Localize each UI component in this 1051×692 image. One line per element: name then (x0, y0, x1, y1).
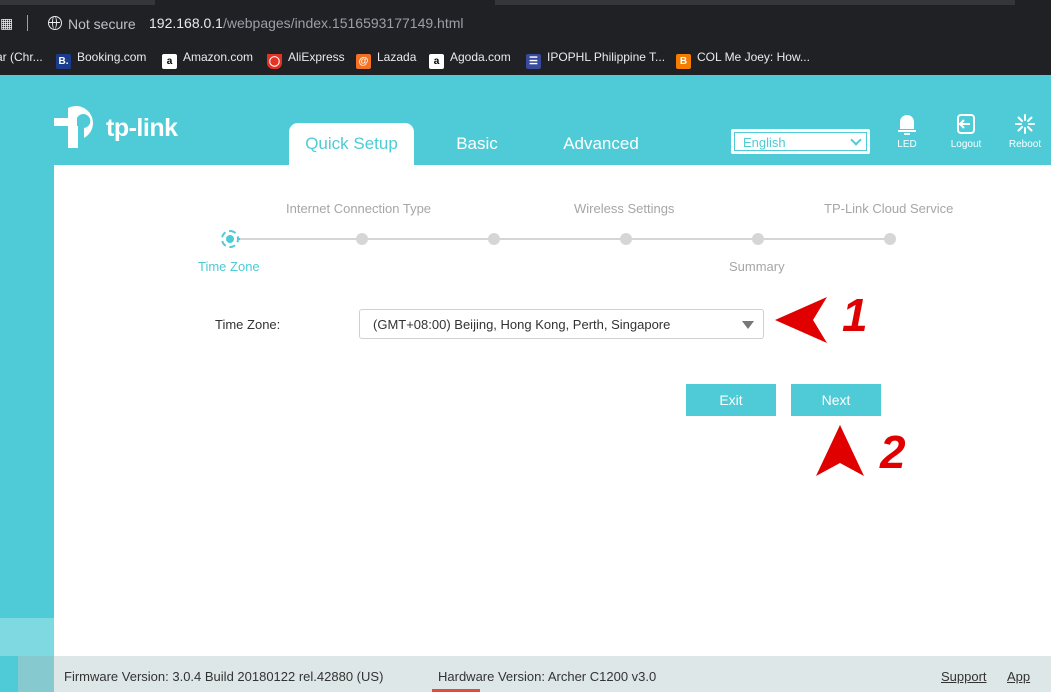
step-dot (488, 233, 500, 245)
bookmark-amazon[interactable]: a Amazon.com (162, 48, 254, 69)
globe-icon[interactable] (48, 16, 62, 30)
amazon-icon: a (162, 54, 177, 69)
led-button[interactable]: LED (882, 113, 932, 150)
logout-button[interactable]: Logout (941, 113, 991, 150)
step-dot (752, 233, 764, 245)
tp-link-logo: tp-link (54, 104, 189, 154)
step-dot (884, 233, 896, 245)
footer-left-block (0, 656, 54, 692)
apps-grid-icon[interactable]: ▦ (0, 16, 14, 30)
annotation-arrow-up-icon (816, 425, 864, 476)
time-zone-select[interactable]: (GMT+08:00) Beijing, Hong Kong, Perth, S… (359, 309, 764, 339)
tp-link-logo-mark (54, 106, 93, 148)
bookmark-booking[interactable]: B. Booking.com (56, 48, 147, 69)
step-wireless-settings: Wireless Settings (574, 201, 675, 216)
bookmark-label: IPOPHL Philippine T... (547, 50, 666, 64)
annotation-number-1: 1 (842, 289, 868, 341)
ipophl-icon: ☰ (526, 54, 541, 69)
bookmark-label: Lazada (377, 50, 417, 64)
step-dot (620, 233, 632, 245)
support-link[interactable]: Support (941, 669, 987, 684)
led-bulb-icon (898, 115, 916, 135)
hardware-version: Hardware Version: Archer C1200 v3.0 (438, 669, 657, 684)
footer: Firmware Version: 3.0.4 Build 20180122 r… (0, 656, 1051, 692)
progress-track (230, 238, 890, 240)
aliexpress-icon: ◯ (267, 54, 282, 69)
bookmark-label: Amazon.com (183, 50, 254, 64)
bookmark-label: COL Me Joey: How... (697, 50, 810, 64)
bookmark-agoda[interactable]: a Agoda.com (429, 48, 511, 69)
language-select[interactable]: English (731, 129, 870, 154)
tab-basic[interactable]: Basic (437, 123, 517, 165)
bookmark-label: Agoda.com (450, 50, 511, 64)
step-internet-connection-type: Internet Connection Type (286, 201, 432, 216)
tab-strip-inactive[interactable] (495, 0, 1015, 5)
tab-advanced[interactable]: Advanced (550, 123, 652, 165)
language-value: English (734, 132, 867, 151)
tab-strip-active[interactable] (0, 0, 155, 5)
security-status[interactable]: Not secure (68, 16, 136, 32)
browser-toolbar: ▦ Not secure 192.168.0.1/webpages/index.… (0, 0, 1051, 75)
sidebar-strip (0, 618, 54, 656)
url-host: 192.168.0.1 (149, 15, 223, 31)
bookmark-label: ar (Chr... (0, 50, 43, 64)
annotation-number-2: 2 (880, 426, 906, 478)
bookmark-aliexpress[interactable]: ◯ AliExpress (267, 48, 345, 69)
url-path: /webpages/index.1516593177149.html (222, 15, 464, 31)
firmware-version: Firmware Version: 3.0.4 Build 20180122 r… (64, 669, 384, 684)
reboot-button[interactable]: Reboot (1000, 113, 1050, 150)
annotation-arrow-left-icon (775, 297, 827, 343)
address-bar[interactable]: ▦ Not secure 192.168.0.1/webpages/index.… (0, 8, 1051, 40)
exit-button[interactable]: Exit (686, 384, 776, 416)
tab-strip (0, 0, 1051, 5)
booking-icon: B. (56, 54, 71, 69)
lazada-icon: @ (356, 54, 371, 69)
bookmark-label: AliExpress (288, 50, 345, 64)
logout-label: Logout (950, 139, 982, 150)
footer-left-shade (18, 656, 54, 692)
logout-icon (957, 114, 975, 134)
tab-quick-setup[interactable]: Quick Setup (289, 123, 414, 165)
bookmarks-bar: ar (Chr... B. Booking.com a Amazon.com ◯ Al… (0, 46, 1051, 69)
bookmark-label: Booking.com (77, 50, 147, 64)
reboot-label: Reboot (1008, 139, 1042, 150)
step-dot (356, 233, 368, 245)
time-zone-label: Time Zone: (215, 317, 281, 332)
step-dot-current (221, 230, 239, 248)
next-button[interactable]: Next (791, 384, 881, 416)
bookmark-lazada[interactable]: @ Lazada (356, 48, 417, 69)
time-zone-value: (GMT+08:00) Beijing, Hong Kong, Perth, S… (373, 317, 671, 332)
step-tp-link-cloud-service: TP-Link Cloud Service (824, 201, 954, 216)
brand-name: tp-link (106, 114, 178, 142)
caret-down-icon (742, 321, 754, 329)
step-summary: Summary (729, 259, 785, 274)
divider (27, 15, 28, 31)
blogger-icon: B (676, 54, 691, 69)
agoda-icon: a (429, 54, 444, 69)
bookmark-col[interactable]: B COL Me Joey: How... (676, 48, 810, 69)
bookmark-ipophl[interactable]: ☰ IPOPHL Philippine T... (526, 48, 666, 69)
reboot-icon (1015, 114, 1035, 134)
url-text[interactable]: 192.168.0.1/webpages/index.1516593177149… (149, 15, 464, 31)
step-time-zone: Time Zone (198, 259, 260, 274)
bookmark-item[interactable]: ar (Chr... (0, 48, 43, 66)
led-label: LED (897, 139, 917, 150)
app-link[interactable]: App (1007, 669, 1030, 684)
